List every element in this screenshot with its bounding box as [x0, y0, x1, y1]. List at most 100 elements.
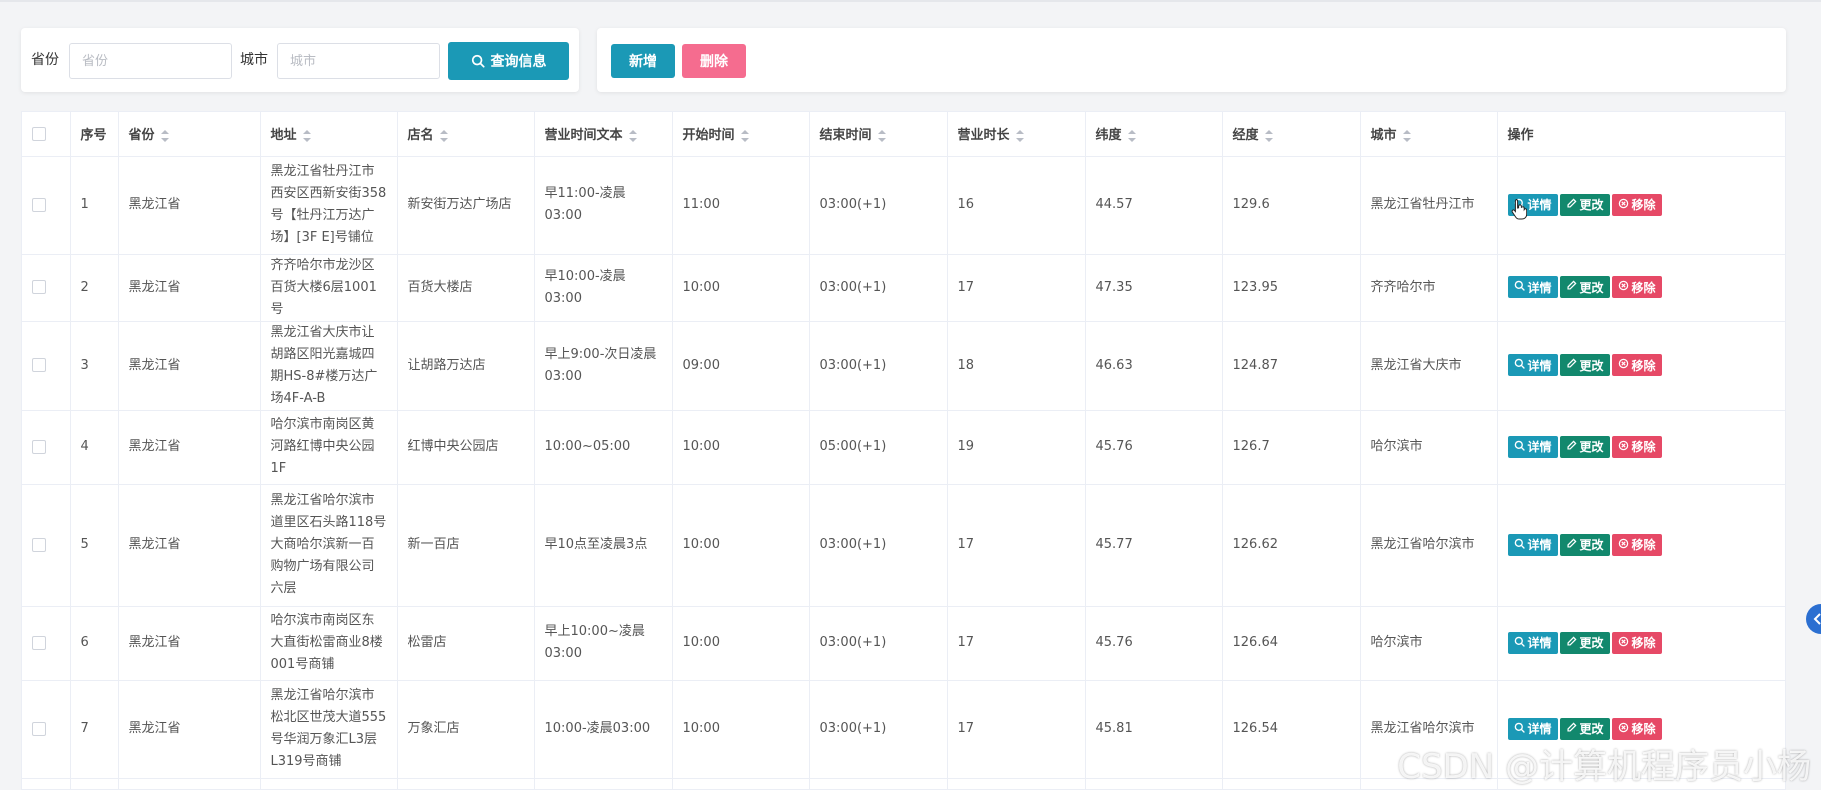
sort-icon[interactable]: [1402, 129, 1411, 142]
row-checkbox[interactable]: [32, 635, 46, 650]
search-icon: [1514, 440, 1525, 454]
detail-button[interactable]: 详情: [1507, 276, 1558, 299]
cell-longitude: [1222, 778, 1361, 789]
cell-province: 黑龙江省: [118, 321, 261, 411]
pencil-icon: [1566, 358, 1577, 372]
cell-store-name: 红博中央公园店: [397, 410, 535, 485]
cell-index: 1: [70, 156, 119, 255]
detail-button[interactable]: 详情: [1507, 435, 1558, 458]
header-hours-text[interactable]: 营业时间文本: [534, 112, 673, 157]
cell-start-time: 09:00: [672, 321, 810, 411]
row-checkbox[interactable]: [32, 537, 46, 552]
header-duration[interactable]: 营业时长: [947, 112, 1086, 157]
sort-icon[interactable]: [160, 129, 169, 142]
cell-city: 哈尔滨市: [1360, 606, 1498, 681]
remove-button[interactable]: 移除: [1611, 717, 1662, 740]
remove-button[interactable]: 移除: [1611, 631, 1662, 654]
cell-hours-text: 10:00~05:00: [534, 410, 673, 485]
search-icon: [1514, 280, 1525, 294]
cell-city: 黑龙江省哈尔滨市: [1360, 484, 1498, 607]
cell-duration: 17: [947, 484, 1086, 607]
cell-actions: 详情 更改 移除: [1497, 410, 1785, 485]
row-checkbox[interactable]: [32, 197, 46, 212]
cell-end-time: 05:00(+1): [809, 410, 948, 485]
header-address[interactable]: 地址: [260, 112, 398, 157]
city-input[interactable]: [277, 43, 440, 79]
remove-button[interactable]: 移除: [1611, 193, 1662, 216]
cell-store-name: 万象汇店: [397, 680, 535, 779]
sort-icon[interactable]: [1015, 129, 1024, 142]
table-row: 6 黑龙江省 哈尔滨市南岗区东大直街松雷商业8楼001号商铺 松雷店 早上10:00~凌…: [22, 606, 1785, 681]
header-city[interactable]: 城市: [1360, 112, 1498, 157]
side-collapse-tab[interactable]: [1806, 604, 1821, 634]
header-latitude[interactable]: 纬度: [1085, 112, 1223, 157]
cell-longitude: 123.95: [1222, 254, 1361, 322]
search-panel: 省份 城市 查询信息: [21, 28, 579, 92]
sort-icon[interactable]: [628, 129, 637, 142]
row-checkbox[interactable]: [32, 358, 46, 372]
chevron-left-icon: [1813, 613, 1821, 625]
city-label: 城市: [240, 52, 268, 68]
cell-end-time: 03:00(+1): [809, 254, 948, 322]
sort-icon[interactable]: [877, 129, 886, 142]
detail-button[interactable]: 详情: [1507, 631, 1558, 654]
top-border: [0, 0, 1821, 2]
row-checkbox[interactable]: [32, 439, 46, 454]
header-province[interactable]: 省份: [118, 112, 261, 157]
sort-icon[interactable]: [1264, 129, 1273, 142]
circle-x-icon: [1618, 198, 1629, 212]
circle-x-icon: [1618, 722, 1629, 736]
cell-duration: 18: [947, 321, 1086, 411]
edit-button[interactable]: 更改: [1559, 435, 1610, 458]
detail-button[interactable]: 详情: [1507, 717, 1558, 740]
cell-start-time: 10:00: [672, 410, 810, 485]
cell-latitude: [1085, 778, 1223, 789]
remove-button[interactable]: 移除: [1611, 276, 1662, 299]
edit-button[interactable]: 更改: [1559, 533, 1610, 556]
province-input[interactable]: [69, 43, 232, 79]
delete-button[interactable]: 删除: [682, 44, 746, 78]
cell-province: 黑龙江省: [118, 484, 261, 607]
cell-hours-text: 早10点至凌晨3点: [534, 484, 673, 607]
add-button[interactable]: 新增: [611, 44, 675, 78]
cell-longitude: 129.6: [1222, 156, 1361, 255]
detail-button[interactable]: 详情: [1507, 533, 1558, 556]
cell-end-time: 03:00(+1): [809, 606, 948, 681]
cell-actions: 详情 更改 移除: [1497, 606, 1785, 681]
row-checkbox[interactable]: [32, 280, 46, 294]
edit-button[interactable]: 更改: [1559, 717, 1610, 740]
select-all-checkbox[interactable]: [32, 126, 46, 141]
sort-icon[interactable]: [740, 129, 749, 142]
edit-button[interactable]: 更改: [1559, 631, 1610, 654]
detail-button[interactable]: 详情: [1507, 354, 1558, 377]
cell-select: [22, 410, 71, 485]
cell-latitude: 45.76: [1085, 410, 1223, 485]
search-icon: [471, 54, 485, 68]
cell-latitude: 47.35: [1085, 254, 1223, 322]
header-select-all: [22, 112, 71, 157]
row-checkbox[interactable]: [32, 721, 46, 736]
edit-button[interactable]: 更改: [1559, 276, 1610, 299]
header-start-time[interactable]: 开始时间: [672, 112, 810, 157]
cell-index: 4: [70, 410, 119, 485]
remove-button[interactable]: 移除: [1611, 435, 1662, 458]
cell-store-name: 新一百店: [397, 484, 535, 607]
remove-button[interactable]: 移除: [1611, 533, 1662, 556]
cell-end-time: 03:00(+1): [809, 484, 948, 607]
search-icon: [1514, 358, 1525, 372]
edit-button[interactable]: 更改: [1559, 354, 1610, 377]
header-longitude[interactable]: 经度: [1222, 112, 1361, 157]
sort-icon[interactable]: [439, 129, 448, 142]
cell-start-time: [672, 778, 810, 789]
header-end-time[interactable]: 结束时间: [809, 112, 948, 157]
sort-icon[interactable]: [302, 129, 311, 142]
header-store-name[interactable]: 店名: [397, 112, 535, 157]
cell-select: [22, 254, 71, 322]
cell-address: 齐齐哈尔市龙沙区百货大楼6层1001号: [260, 254, 398, 322]
sort-icon[interactable]: [1127, 129, 1136, 142]
edit-button[interactable]: 更改: [1559, 193, 1610, 216]
pencil-icon: [1566, 538, 1577, 552]
search-icon: [1514, 722, 1525, 736]
remove-button[interactable]: 移除: [1611, 354, 1662, 377]
query-button[interactable]: 查询信息: [448, 42, 569, 80]
